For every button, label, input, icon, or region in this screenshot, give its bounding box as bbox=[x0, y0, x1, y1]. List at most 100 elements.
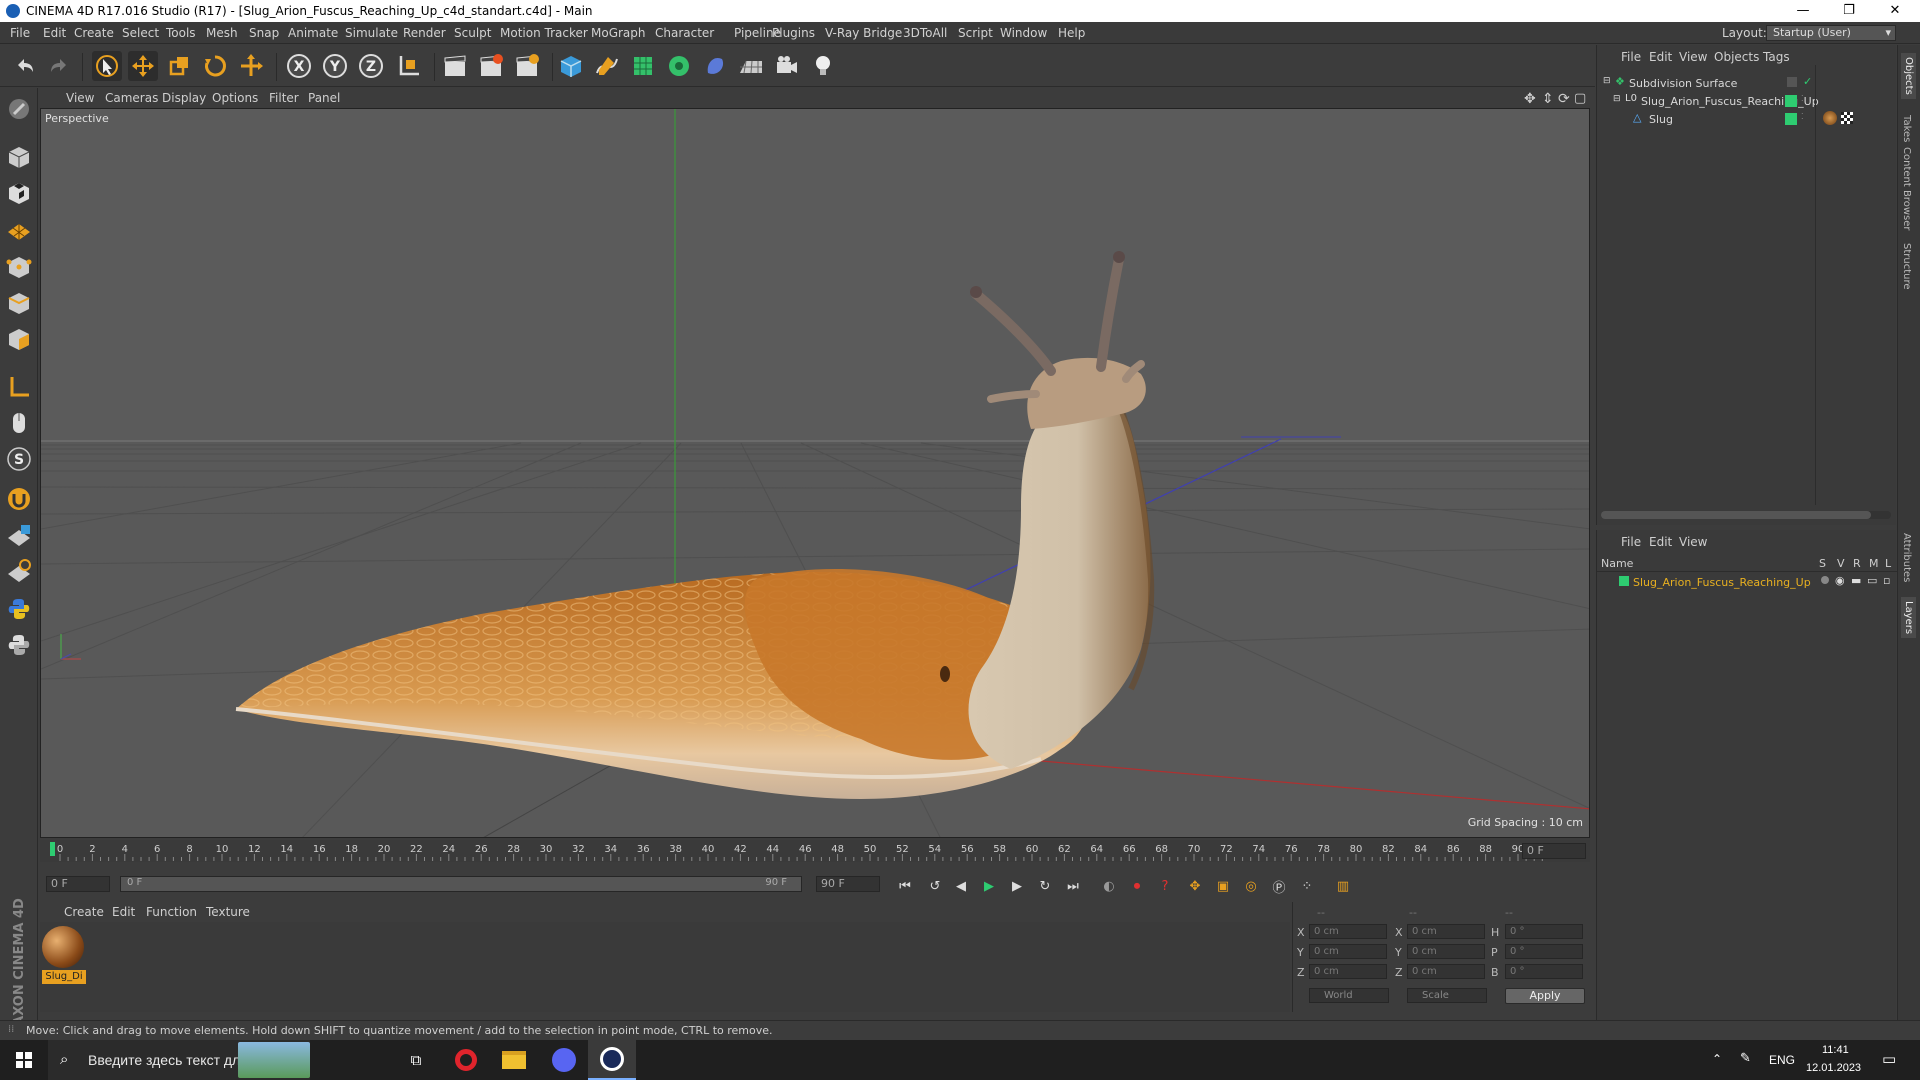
move-tool-button[interactable] bbox=[128, 51, 158, 81]
pen-icon[interactable]: ✎ bbox=[1740, 1051, 1751, 1066]
menu-animate[interactable]: Animate bbox=[288, 26, 338, 40]
close-button[interactable]: ✕ bbox=[1872, 0, 1918, 22]
redo-button[interactable] bbox=[44, 51, 74, 81]
enabled-check-icon[interactable]: ✓ bbox=[1803, 75, 1812, 88]
visibility-dots-icon[interactable]: ⁚ bbox=[1801, 94, 1804, 103]
size-x-field[interactable]: 0 cm bbox=[1407, 924, 1485, 939]
start-button[interactable] bbox=[0, 1040, 48, 1080]
opera-taskbar-button[interactable] bbox=[442, 1040, 490, 1080]
solo-toggle-icon[interactable] bbox=[1821, 576, 1829, 584]
tweak-mode-button[interactable] bbox=[4, 408, 34, 438]
add-deformer-button[interactable] bbox=[700, 51, 730, 81]
objects-menu-tags[interactable]: Tags bbox=[1763, 50, 1790, 64]
goto-end-button[interactable]: ⏭ bbox=[1062, 875, 1084, 897]
enable-snap-button[interactable] bbox=[4, 484, 34, 514]
file-explorer-taskbar-button[interactable] bbox=[490, 1040, 538, 1080]
viewport-menu-filter[interactable]: Filter bbox=[269, 91, 299, 105]
material-menu-texture[interactable]: Texture bbox=[206, 905, 250, 919]
taskbar-search-box[interactable]: ⌕ Введите здесь текст для поиска bbox=[48, 1040, 310, 1080]
material-menu-function[interactable]: Function bbox=[146, 905, 197, 919]
rotate-tool-button[interactable] bbox=[200, 51, 230, 81]
menu-mesh[interactable]: Mesh bbox=[206, 26, 238, 40]
menu-snap[interactable]: Snap bbox=[249, 26, 279, 40]
menu-3dtoall[interactable]: 3DToAll bbox=[903, 26, 947, 40]
step-back-button[interactable]: ◀ bbox=[950, 875, 972, 897]
maximize-view-icon[interactable]: ▢ bbox=[1574, 91, 1586, 106]
object-row-slug-null[interactable]: ⊟ L0 Slug_Arion_Fuscus_Reaching_Up ⁚ bbox=[1597, 93, 1897, 111]
key-parameter-button[interactable]: Ⓟ bbox=[1268, 875, 1290, 897]
add-cloner-button[interactable] bbox=[664, 51, 694, 81]
pos-z-field[interactable]: 0 cm bbox=[1309, 964, 1387, 979]
collapse-icon[interactable]: ⊟ bbox=[1603, 76, 1611, 86]
layers-menu-file[interactable]: File bbox=[1621, 535, 1641, 549]
discord-taskbar-button[interactable] bbox=[540, 1040, 588, 1080]
menu-select[interactable]: Select bbox=[122, 26, 159, 40]
lock-icon[interactable]: ▫ bbox=[1883, 574, 1890, 587]
rotate-view-icon[interactable]: ⟳ bbox=[1558, 91, 1570, 107]
snap-toggle-button[interactable]: S bbox=[4, 444, 34, 474]
objects-menu-edit[interactable]: Edit bbox=[1649, 50, 1672, 64]
axis-mode-button[interactable] bbox=[4, 372, 34, 402]
texture-mode-button[interactable] bbox=[4, 178, 34, 208]
preview-range-slider[interactable]: 0 F 90 F bbox=[120, 876, 802, 892]
goto-prev-key-button[interactable]: ↺ bbox=[924, 875, 946, 897]
workplane-mode-button[interactable] bbox=[4, 214, 34, 244]
viewport-menu-cameras[interactable]: Cameras bbox=[105, 91, 158, 105]
pos-x-field[interactable]: 0 cm bbox=[1309, 924, 1387, 939]
viewport-menu-view[interactable]: View bbox=[66, 91, 94, 105]
undo-button[interactable] bbox=[10, 51, 40, 81]
viewport-menu-options[interactable]: Options bbox=[212, 91, 258, 105]
tab-attributes[interactable]: Attributes bbox=[1901, 533, 1912, 582]
layer-color-swatch[interactable] bbox=[1619, 576, 1629, 586]
coord-mode-dropdown[interactable]: World bbox=[1309, 988, 1389, 1003]
scale-tool-button[interactable] bbox=[164, 51, 194, 81]
points-mode-button[interactable] bbox=[4, 252, 34, 282]
add-floor-button[interactable] bbox=[736, 51, 766, 81]
clock-date[interactable]: 12.01.2023 bbox=[1806, 1062, 1861, 1074]
cinema4d-taskbar-button[interactable] bbox=[588, 1040, 636, 1080]
material-tag-icon[interactable] bbox=[1823, 111, 1837, 125]
polygons-mode-button[interactable] bbox=[4, 324, 34, 354]
eye-icon[interactable]: ◉ bbox=[1835, 574, 1845, 587]
y-axis-lock-button[interactable]: Y bbox=[320, 51, 350, 81]
menu-help[interactable]: Help bbox=[1058, 26, 1085, 40]
material-swatch[interactable]: Slug_Di bbox=[42, 926, 86, 984]
tab-content-browser[interactable]: Content Browser bbox=[1901, 147, 1912, 230]
notifications-icon[interactable]: ▭ bbox=[1882, 1050, 1896, 1068]
add-subdivision-button[interactable] bbox=[628, 51, 658, 81]
minimize-button[interactable]: — bbox=[1780, 0, 1826, 22]
rot-h-field[interactable]: 0 ° bbox=[1505, 924, 1583, 939]
x-axis-lock-button[interactable]: X bbox=[284, 51, 314, 81]
menu-plugins[interactable]: Plugins bbox=[772, 26, 815, 40]
menu-motion-tracker[interactable]: Motion Tracker bbox=[500, 26, 588, 40]
z-axis-lock-button[interactable]: Z bbox=[356, 51, 386, 81]
add-spline-button[interactable] bbox=[592, 51, 622, 81]
material-menu-edit[interactable]: Edit bbox=[112, 905, 135, 919]
menu-file[interactable]: File bbox=[10, 26, 30, 40]
current-frame-field[interactable]: 0 F bbox=[1522, 843, 1586, 859]
key-pla-button[interactable]: ⁘ bbox=[1296, 875, 1318, 897]
goto-start-button[interactable]: ⏮ bbox=[894, 875, 916, 897]
chevron-up-icon[interactable]: ⌃ bbox=[1712, 1052, 1722, 1066]
layers-menu-view[interactable]: View bbox=[1679, 535, 1707, 549]
pos-y-field[interactable]: 0 cm bbox=[1309, 944, 1387, 959]
menu-sculpt[interactable]: Sculpt bbox=[454, 26, 491, 40]
menu-simulate[interactable]: Simulate bbox=[345, 26, 398, 40]
python-script-button[interactable] bbox=[4, 594, 34, 624]
objects-menu-view[interactable]: View bbox=[1679, 50, 1707, 64]
menu-window[interactable]: Window bbox=[1000, 26, 1047, 40]
timeline-ruler[interactable]: 0 2 4 6 8 10 12 14 16 18 20 22 24 26 28 30 32 34 36 38 40 42 4… bbox=[40, 840, 1590, 862]
apply-button[interactable]: Apply bbox=[1505, 988, 1585, 1004]
menu-script[interactable]: Script bbox=[958, 26, 993, 40]
keyframe-selection-button[interactable]: ? bbox=[1154, 875, 1176, 897]
transform-tool-button[interactable] bbox=[236, 51, 266, 81]
edges-mode-button[interactable] bbox=[4, 288, 34, 318]
material-menu-create[interactable]: Create bbox=[64, 905, 104, 919]
tab-objects[interactable]: Objects bbox=[1901, 53, 1916, 99]
planar-workplane-button[interactable] bbox=[4, 556, 34, 586]
add-light-button[interactable] bbox=[808, 51, 838, 81]
uvw-tag-icon[interactable] bbox=[1841, 112, 1853, 124]
menu-edit[interactable]: Edit bbox=[43, 26, 66, 40]
menu-character[interactable]: Character bbox=[655, 26, 714, 40]
render-settings-button[interactable] bbox=[512, 51, 542, 81]
